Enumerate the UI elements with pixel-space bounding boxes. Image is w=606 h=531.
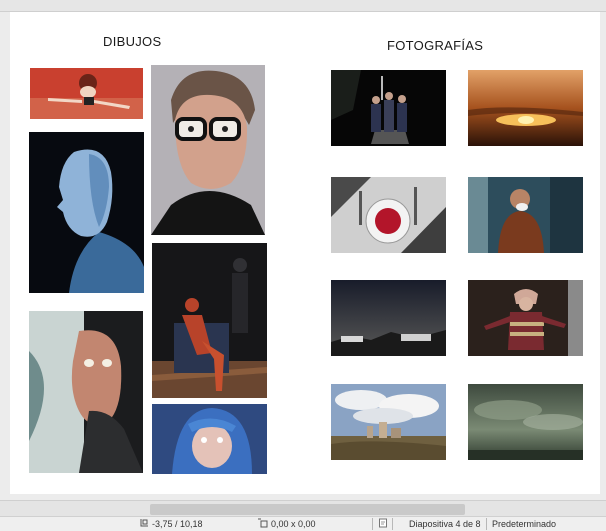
houses-dusk-photo[interactable] [331, 280, 446, 356]
three-people-night-photo[interactable] [331, 70, 446, 146]
blue-hair-girl-drawing[interactable] [152, 404, 267, 474]
position-icon [139, 518, 149, 530]
size-readout: 0,00 x 0,00 [271, 519, 316, 529]
drawings-heading: DIBUJOS [103, 34, 162, 49]
position-readout: -3,75 / 10,18 [152, 519, 203, 529]
old-man-drawing[interactable] [29, 311, 143, 473]
man-with-glasses-drawing[interactable] [151, 65, 265, 235]
divider [372, 518, 373, 530]
divider [486, 518, 487, 530]
slide-indicator[interactable]: Diapositiva 4 de 8 [409, 519, 481, 529]
child-in-hat-photo[interactable] [468, 280, 583, 356]
layout-name[interactable]: Predeterminado [492, 519, 556, 529]
divider [392, 518, 393, 530]
man-on-phone-photo[interactable] [468, 177, 583, 253]
seated-figure-drawing[interactable] [152, 243, 267, 398]
size-icon [258, 518, 268, 530]
scrollbar-thumb[interactable] [150, 504, 465, 515]
plate-shadow-photo[interactable] [331, 177, 446, 253]
bald-profile-drawing[interactable] [29, 132, 144, 293]
horizontal-scrollbar[interactable] [0, 500, 606, 517]
stormy-sky-photo[interactable] [468, 384, 583, 460]
sunset-photo[interactable] [468, 70, 583, 146]
top-ruler [0, 0, 606, 12]
photos-heading: FOTOGRAFÍAS [387, 38, 484, 53]
status-bar: -3,75 / 10,18 0,00 x 0,00 Diapositiva 4 … [0, 516, 606, 531]
slide-canvas[interactable]: DIBUJOS FOTOGRAFÍAS [10, 12, 600, 494]
flying-girl-drawing[interactable] [30, 68, 143, 119]
city-clouds-photo[interactable] [331, 384, 446, 460]
document-modified-icon[interactable] [378, 518, 388, 530]
